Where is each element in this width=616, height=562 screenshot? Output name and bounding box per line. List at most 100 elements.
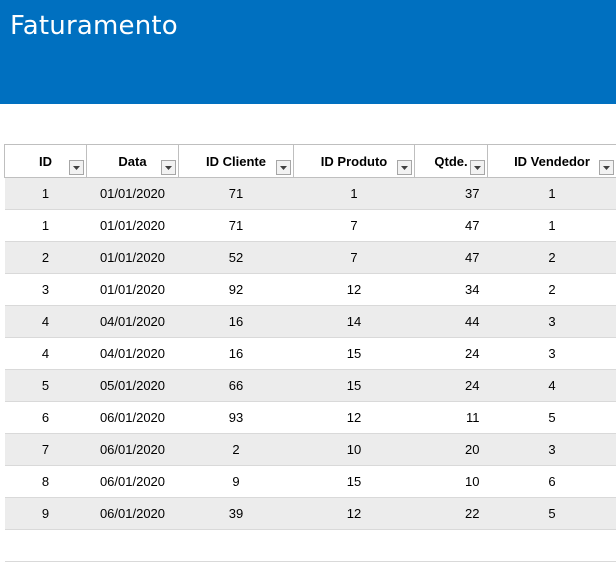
- cell-data[interactable]: 01/01/2020: [87, 210, 179, 242]
- cell-id-vendedor[interactable]: 4: [488, 370, 616, 402]
- cell-id-cliente[interactable]: 52: [179, 242, 294, 274]
- cell-id[interactable]: 4: [5, 306, 87, 338]
- table-row: 2 01/01/2020 52 7 47 2: [5, 242, 616, 274]
- cell-id-produto[interactable]: 15: [294, 370, 415, 402]
- cell-id-produto[interactable]: 10: [294, 434, 415, 466]
- cell-id-produto[interactable]: 12: [294, 402, 415, 434]
- cell-id-produto[interactable]: 15: [294, 338, 415, 370]
- cell-id-cliente[interactable]: 16: [179, 338, 294, 370]
- cell-id[interactable]: 1: [5, 210, 87, 242]
- cell-data[interactable]: 05/01/2020: [87, 370, 179, 402]
- cell-id[interactable]: 8: [5, 466, 87, 498]
- cell-id-vendedor[interactable]: 1: [488, 178, 616, 210]
- cell-data[interactable]: 06/01/2020: [87, 498, 179, 530]
- cell-id[interactable]: 2: [5, 242, 87, 274]
- page-title: Faturamento: [10, 10, 178, 42]
- cell-data[interactable]: 06/01/2020: [87, 402, 179, 434]
- cell-id-cliente[interactable]: 93: [179, 402, 294, 434]
- column-header-id-vendedor: ID Vendedor: [488, 145, 616, 178]
- cell-id-produto[interactable]: 12: [294, 274, 415, 306]
- cell-id-cliente[interactable]: 9: [179, 466, 294, 498]
- cell-id-vendedor[interactable]: 3: [488, 306, 616, 338]
- cell-id-produto[interactable]: 7: [294, 210, 415, 242]
- cell-qtde[interactable]: [415, 530, 488, 562]
- cell-id-vendedor[interactable]: [488, 530, 616, 562]
- cell-id-vendedor[interactable]: 3: [488, 338, 616, 370]
- cell-id-vendedor[interactable]: 6: [488, 466, 616, 498]
- cell-qtde[interactable]: 24: [415, 370, 488, 402]
- cell-id[interactable]: 5: [5, 370, 87, 402]
- cell-data[interactable]: 06/01/2020: [87, 466, 179, 498]
- cell-id-produto[interactable]: 14: [294, 306, 415, 338]
- cell-data[interactable]: 01/01/2020: [87, 242, 179, 274]
- cell-data[interactable]: 04/01/2020: [87, 338, 179, 370]
- cell-id-cliente[interactable]: 66: [179, 370, 294, 402]
- table-row: 9 06/01/2020 39 12 22 5: [5, 498, 616, 530]
- table-row: [5, 530, 616, 562]
- cell-id-cliente[interactable]: 2: [179, 434, 294, 466]
- table-row: 8 06/01/2020 9 15 10 6: [5, 466, 616, 498]
- cell-qtde[interactable]: 20: [415, 434, 488, 466]
- column-header-id-produto: ID Produto: [294, 145, 415, 178]
- table-row: 3 01/01/2020 92 12 34 2: [5, 274, 616, 306]
- cell-id-produto[interactable]: 12: [294, 498, 415, 530]
- cell-id-vendedor[interactable]: 5: [488, 402, 616, 434]
- dropdown-filter-icon[interactable]: [69, 160, 84, 175]
- cell-id[interactable]: 4: [5, 338, 87, 370]
- cell-id-vendedor[interactable]: 1: [488, 210, 616, 242]
- dropdown-filter-icon[interactable]: [470, 160, 485, 175]
- cell-qtde[interactable]: 37: [415, 178, 488, 210]
- cell-id-cliente[interactable]: 71: [179, 178, 294, 210]
- cell-id[interactable]: [5, 530, 87, 562]
- dropdown-filter-icon[interactable]: [276, 160, 291, 175]
- cell-id[interactable]: 7: [5, 434, 87, 466]
- dropdown-filter-icon[interactable]: [599, 160, 614, 175]
- cell-data[interactable]: 01/01/2020: [87, 274, 179, 306]
- cell-id[interactable]: 1: [5, 178, 87, 210]
- cell-qtde[interactable]: 47: [415, 242, 488, 274]
- cell-id-vendedor[interactable]: 2: [488, 242, 616, 274]
- dropdown-filter-icon[interactable]: [397, 160, 412, 175]
- column-header-label: Qtde.: [434, 154, 467, 169]
- cell-id-vendedor[interactable]: 2: [488, 274, 616, 306]
- cell-id-vendedor[interactable]: 3: [488, 434, 616, 466]
- cell-id-cliente[interactable]: 16: [179, 306, 294, 338]
- column-header-label: ID Produto: [321, 154, 387, 169]
- cell-id[interactable]: 9: [5, 498, 87, 530]
- cell-data[interactable]: 01/01/2020: [87, 178, 179, 210]
- cell-qtde[interactable]: 22: [415, 498, 488, 530]
- cell-id[interactable]: 6: [5, 402, 87, 434]
- table-row: 6 06/01/2020 93 12 11 5: [5, 402, 616, 434]
- table-row: 1 01/01/2020 71 1 37 1: [5, 178, 616, 210]
- table-row: 4 04/01/2020 16 15 24 3: [5, 338, 616, 370]
- table-row: 4 04/01/2020 16 14 44 3: [5, 306, 616, 338]
- cell-data[interactable]: 06/01/2020: [87, 434, 179, 466]
- cell-qtde[interactable]: 34: [415, 274, 488, 306]
- cell-id-produto[interactable]: 1: [294, 178, 415, 210]
- cell-qtde[interactable]: 11: [415, 402, 488, 434]
- cell-id[interactable]: 3: [5, 274, 87, 306]
- dropdown-filter-icon[interactable]: [161, 160, 176, 175]
- cell-data[interactable]: [87, 530, 179, 562]
- cell-qtde[interactable]: 44: [415, 306, 488, 338]
- cell-id-vendedor[interactable]: 5: [488, 498, 616, 530]
- cell-id-cliente[interactable]: 71: [179, 210, 294, 242]
- cell-id-cliente[interactable]: [179, 530, 294, 562]
- cell-id-cliente[interactable]: 39: [179, 498, 294, 530]
- column-header-label: ID Vendedor: [514, 154, 590, 169]
- page-header-banner: Faturamento: [0, 0, 616, 104]
- cell-id-cliente[interactable]: 92: [179, 274, 294, 306]
- cell-qtde[interactable]: 24: [415, 338, 488, 370]
- cell-id-produto[interactable]: [294, 530, 415, 562]
- column-header-data: Data: [87, 145, 179, 178]
- cell-qtde[interactable]: 10: [415, 466, 488, 498]
- cell-id-produto[interactable]: 15: [294, 466, 415, 498]
- column-header-label: ID: [39, 154, 52, 169]
- column-header-label: ID Cliente: [206, 154, 266, 169]
- table-row: 7 06/01/2020 2 10 20 3: [5, 434, 616, 466]
- column-header-qtde: Qtde.: [415, 145, 488, 178]
- cell-id-produto[interactable]: 7: [294, 242, 415, 274]
- cell-qtde[interactable]: 47: [415, 210, 488, 242]
- cell-data[interactable]: 04/01/2020: [87, 306, 179, 338]
- column-header-id-cliente: ID Cliente: [179, 145, 294, 178]
